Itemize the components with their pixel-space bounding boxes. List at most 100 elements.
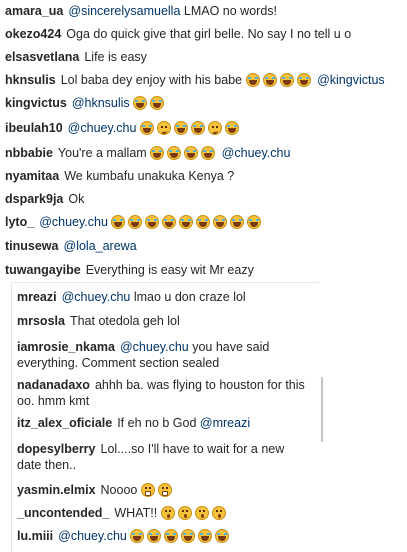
comment-row: lu.miii @chuey.chu [17, 528, 307, 544]
comment-row: nadanadaxo ahhh ba. was flying to houston… [17, 377, 307, 409]
comment-row: tuwangayibe Everything is easy wit Mr eaz… [5, 262, 254, 278]
comment-mention[interactable]: @chuey.chu [68, 121, 137, 135]
joy-emoji-icon [230, 215, 245, 229]
grin-emoji-icon [140, 483, 155, 497]
comment-username[interactable]: tuwangayibe [5, 263, 81, 277]
comment-username[interactable]: mreazi [17, 290, 57, 304]
comment-username[interactable]: nyamitaa [5, 169, 59, 183]
comment-text: Everything is easy wit Mr eazy [85, 263, 254, 277]
comment-row: hknsulis Lol baba dey enjoy with his babe… [5, 72, 385, 88]
joy-emoji-icon [279, 73, 294, 87]
scrollbar-thumb[interactable] [321, 377, 323, 442]
comment-row: amara_ua @sincerelysamuella LMAO no words… [5, 3, 277, 19]
comment-mention[interactable]: @sincerelysamuella [68, 4, 180, 18]
comment-text: LMAO no words! [183, 4, 277, 18]
comment-row: yasmin.elmix Noooo [17, 482, 307, 498]
joy-emoji-icon [262, 73, 277, 87]
comment-mention[interactable]: @chuey.chu [58, 529, 127, 543]
comment-username[interactable]: nadanadaxo [17, 378, 90, 392]
joy-emoji-icon [128, 215, 143, 229]
comment-username[interactable]: yasmin.elmix [17, 483, 96, 497]
comments-list: amara_ua @sincerelysamuella LMAO no words… [0, 0, 407, 287]
comment-row: okezo424 Oga do quick give that girl bell… [5, 26, 351, 42]
comment-mention[interactable]: @mreazi [200, 416, 250, 430]
comment-username[interactable]: kingvictus [5, 96, 67, 110]
comment-row: elsasvetlana Life is easy [5, 49, 147, 65]
comment-mention[interactable]: @hknsulis [72, 96, 130, 110]
comment-username[interactable]: dspark9ja [5, 192, 63, 206]
comment-mention[interactable]: @kingvictus [317, 73, 385, 87]
joy-emoji-icon [215, 529, 230, 543]
comment-mention[interactable]: @lola_arewa [64, 239, 137, 253]
joy-emoji-icon [150, 96, 165, 110]
joy-emoji-icon [167, 146, 182, 160]
joy-emoji-icon [181, 529, 196, 543]
joy-emoji-icon [139, 121, 154, 135]
joy-emoji-icon [198, 529, 213, 543]
joy-emoji-icon [245, 73, 260, 87]
joy-emoji-icon [296, 73, 311, 87]
comment-username[interactable]: iamrosie_nkama [17, 340, 115, 354]
joy-emoji-icon [147, 529, 162, 543]
joy-emoji-icon [162, 215, 177, 229]
comment-username[interactable]: tinusewa [5, 239, 59, 253]
joy-emoji-icon [213, 215, 228, 229]
shock-emoji-icon [160, 506, 175, 520]
comment-row: itz_alex_oficiale If eh no b God @mreazi [17, 415, 307, 431]
joy-emoji-icon [150, 146, 165, 160]
joy-emoji-icon [201, 146, 216, 160]
comment-row: kingvictus @hknsulis [5, 95, 167, 111]
comment-username[interactable]: itz_alex_oficiale [17, 416, 112, 430]
joy-emoji-icon [173, 121, 188, 135]
joy-emoji-icon [247, 215, 262, 229]
comment-row: iamrosie_nkama @chuey.chu you have said e… [17, 339, 307, 371]
comment-text: You're a mallam [57, 146, 147, 160]
joy-emoji-icon [130, 529, 145, 543]
comment-mention[interactable]: @chuey.chu [62, 290, 131, 304]
comment-row: mrsosla That otedola geh lol [17, 313, 307, 329]
joy-emoji-icon [164, 529, 179, 543]
comment-username[interactable]: mrsosla [17, 314, 65, 328]
comment-mention[interactable]: @chuey.chu [39, 215, 108, 229]
comment-text: lmao u don craze lol [133, 290, 246, 304]
comment-username[interactable]: amara_ua [5, 4, 63, 18]
comment-row: dopesylberry Lol....so I'll have to wait … [17, 441, 307, 473]
joy-emoji-icon [224, 121, 239, 135]
grin-emoji-icon [157, 483, 172, 497]
comment-row: nyamitaa We kumbafu unakuka Kenya ? [5, 168, 234, 184]
joy-emoji-icon [133, 96, 148, 110]
smirk-emoji-icon [156, 121, 171, 135]
comment-username[interactable]: nbbabie [5, 146, 53, 160]
comment-username[interactable]: lyto_ [5, 215, 34, 229]
comment-row: _uncontended_ WHAT!! [17, 505, 307, 521]
comment-row: dspark9ja Ok [5, 191, 84, 207]
comment-mention[interactable]: @chuey.chu [120, 340, 189, 354]
shock-emoji-icon [211, 506, 226, 520]
comment-username[interactable]: lu.miii [17, 529, 53, 543]
comment-text: Noooo [100, 483, 138, 497]
comment-row: tinusewa @lola_arewa [5, 238, 137, 254]
joy-emoji-icon [145, 215, 160, 229]
comment-text: We kumbafu unakuka Kenya ? [64, 169, 235, 183]
comment-username[interactable]: elsasvetlana [5, 50, 79, 64]
comment-mention[interactable]: @chuey.chu [222, 146, 291, 160]
joy-emoji-icon [196, 215, 211, 229]
comment-username[interactable]: dopesylberry [17, 442, 96, 456]
comment-row: lyto_ @chuey.chu [5, 214, 264, 230]
shock-emoji-icon [194, 506, 209, 520]
comment-text: Lol baba dey enjoy with his babe [60, 73, 243, 87]
smirk-emoji-icon [207, 121, 222, 135]
comment-username[interactable]: okezo424 [5, 27, 61, 41]
comment-text: Oga do quick give that girl belle. No sa… [66, 27, 352, 41]
comments-popup[interactable]: mreazi @chuey.chu lmao u don craze lol mr… [11, 282, 319, 552]
comment-text: Ok [68, 192, 85, 206]
comment-text: WHAT!! [114, 506, 158, 520]
comment-text: Life is easy [84, 50, 147, 64]
joy-emoji-icon [190, 121, 205, 135]
comment-username[interactable]: hknsulis [5, 73, 56, 87]
comment-username[interactable]: _uncontended_ [17, 506, 109, 520]
popup-scrollbar[interactable] [320, 282, 326, 551]
joy-emoji-icon [111, 215, 126, 229]
comment-username[interactable]: ibeulah10 [5, 121, 63, 135]
joy-emoji-icon [184, 146, 199, 160]
